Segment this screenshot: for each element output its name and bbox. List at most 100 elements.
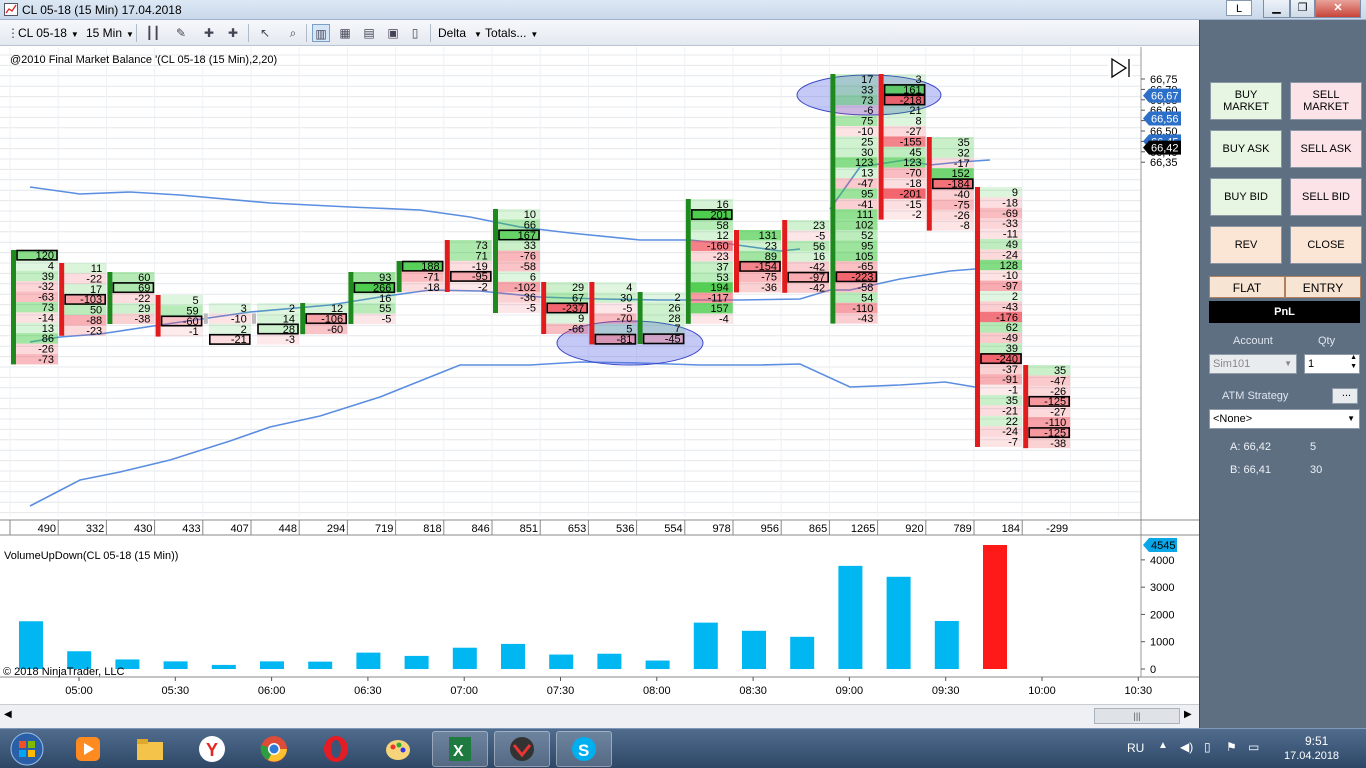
volume-bar — [934, 620, 959, 669]
footprint-bar: 173373-675-10253012313-4795-411111025295… — [830, 74, 878, 325]
scroll-left-icon[interactable]: ◀ — [4, 709, 12, 720]
sell-bid-button[interactable]: SELL BID — [1290, 178, 1362, 216]
footprint-bar: 106616733-76-586-102-36-5 — [493, 209, 540, 315]
yandex-browser-icon[interactable]: Y — [184, 731, 240, 767]
buy-ask-button[interactable]: BUY ASK — [1210, 130, 1282, 168]
cursor-icon[interactable]: ↖ — [256, 24, 274, 42]
chrome-icon[interactable] — [246, 731, 302, 767]
ask-price: A: 66,42 — [1230, 441, 1271, 453]
qty-label: Qty — [1318, 335, 1336, 347]
totals-value: 719 — [375, 523, 393, 535]
totals-value: 294 — [327, 523, 345, 535]
footprint-bar: 9-18-69-33-1149-24128-10-972-43-17662-49… — [975, 187, 1022, 449]
time-tick-label: 07:30 — [547, 685, 575, 697]
explorer-icon[interactable] — [122, 731, 178, 767]
chart-app-icon — [4, 3, 18, 16]
footprint-delta: -60 — [327, 324, 343, 336]
buy-market-button[interactable]: BUY MARKET — [1210, 82, 1282, 120]
go-to-end-icon[interactable] — [1108, 57, 1132, 79]
chart-area[interactable]: 120 4 39 -32 -63 73 -14 13 86 -26 -73 11 -22 17 -103 50… — [0, 47, 1199, 704]
pnl-display: PnL — [1209, 301, 1360, 323]
bar-direction-line — [830, 74, 836, 324]
skype-icon[interactable]: S — [556, 731, 612, 767]
volume-bar — [163, 661, 188, 669]
footprint-delta: -42 — [809, 282, 825, 294]
layout-button[interactable]: L — [1226, 0, 1252, 16]
account-select[interactable]: Sim101 ▼ — [1209, 354, 1297, 374]
footprint-delta: -38 — [1050, 438, 1066, 450]
data-box-icon[interactable]: ▣ — [384, 24, 402, 42]
chart-style-icon[interactable]: ▥ — [312, 24, 330, 42]
time-tick-label: 10:30 — [1125, 685, 1153, 697]
footprint-delta: -1 — [189, 326, 199, 338]
delta-selector[interactable]: Delta — [438, 24, 466, 42]
sell-market-button[interactable]: SELL MARKET — [1290, 82, 1362, 120]
volume-bar — [886, 576, 911, 669]
bar-type-icon[interactable]: ┃┃ — [144, 24, 162, 42]
svg-text:X: X — [453, 743, 464, 760]
volume-bar — [19, 621, 43, 669]
lower-band-line — [29, 361, 976, 507]
volume-tag-label: 4545 — [1151, 540, 1175, 552]
properties-icon[interactable]: ▯ — [406, 24, 424, 42]
footprint-bar: 120439-32-6373-141386-26-73 — [11, 249, 58, 366]
chart-scrollbar[interactable]: ◀ ||| ▶ — [0, 704, 1199, 728]
atm-strategy-select[interactable]: <None> ▼ — [1209, 409, 1360, 429]
clock-date[interactable]: 17.04.2018 — [1284, 750, 1339, 762]
footprint-bar: 12-106-60 — [300, 303, 348, 336]
clock-time[interactable]: 9:51 — [1305, 734, 1328, 748]
zoom-icon[interactable]: ⌕ — [284, 24, 302, 42]
line-chart-icon[interactable]: ▤ — [360, 24, 378, 42]
totals-value: 789 — [953, 523, 971, 535]
volume-bar — [308, 661, 333, 669]
totals-value: 653 — [568, 523, 586, 535]
scroll-thumb[interactable]: ||| — [1094, 708, 1180, 724]
bar-direction-line — [155, 295, 161, 337]
volume-bar — [452, 647, 477, 669]
maximize-button[interactable]: ❐ — [1290, 0, 1315, 18]
tray-expand-icon[interactable]: ▲ — [1158, 740, 1168, 751]
scroll-right-icon[interactable]: ▶ — [1184, 709, 1192, 720]
footprint-chart[interactable]: 120439-32-6373-141386-26-7311-2217-10350… — [0, 47, 1199, 704]
stepper-arrows-icon[interactable]: ▲ ▼ — [1350, 353, 1357, 371]
excel-icon[interactable]: X — [432, 731, 488, 767]
pin-icon[interactable]: ✚ — [200, 24, 218, 42]
atm-options-button[interactable]: ... — [1332, 388, 1358, 404]
instrument-selector[interactable]: CL 05-18 ▼ — [18, 24, 79, 42]
bar-direction-line — [734, 230, 739, 293]
pencil-icon[interactable]: ✎ — [172, 24, 190, 42]
bar-direction-line — [782, 220, 788, 293]
ninjatrader-icon[interactable] — [494, 731, 550, 767]
time-tick-label: 05:30 — [162, 685, 190, 697]
volume-icon[interactable]: ◀) — [1180, 740, 1193, 754]
close-button[interactable]: ✕ — [1315, 0, 1361, 18]
pin2-icon[interactable]: ✚ — [224, 24, 242, 42]
close-position-button[interactable]: CLOSE — [1290, 226, 1362, 264]
footprint-bar: 7371-19-95-2 — [444, 240, 492, 294]
totals-value: 846 — [471, 523, 489, 535]
paint-icon[interactable] — [370, 731, 426, 767]
volume-tick-label: 2000 — [1150, 609, 1174, 621]
qty-stepper[interactable]: 1 ▲ ▼ — [1304, 354, 1360, 374]
flag-icon[interactable]: ⚑ — [1226, 740, 1237, 754]
footprint-delta: -2 — [478, 282, 488, 294]
media-player-icon[interactable] — [60, 731, 116, 767]
candles-icon[interactable]: ▦ — [336, 24, 354, 42]
totals-value: 920 — [905, 523, 923, 535]
sell-ask-button[interactable]: SELL ASK — [1290, 130, 1362, 168]
interval-selector[interactable]: 15 Min ▼ — [86, 24, 134, 42]
totals-selector[interactable]: ▼ Totals... ▼ — [474, 24, 538, 42]
buy-bid-button[interactable]: BUY BID — [1210, 178, 1282, 216]
battery-icon[interactable]: ▭ — [1248, 740, 1259, 754]
reverse-button[interactable]: REV — [1210, 226, 1282, 264]
bar-direction-line — [541, 282, 547, 334]
opera-icon[interactable] — [308, 731, 364, 767]
bar-direction-line — [444, 240, 450, 292]
minimize-button[interactable]: ▁ — [1263, 0, 1290, 18]
copyright-text: © 2018 NinjaTrader, LLC — [3, 666, 124, 678]
network-icon[interactable]: ▯ — [1204, 740, 1211, 754]
volume-bar — [645, 660, 670, 669]
footprint-delta: -5 — [526, 303, 536, 315]
language-indicator[interactable]: RU — [1127, 741, 1144, 755]
start-button[interactable] — [0, 731, 54, 767]
